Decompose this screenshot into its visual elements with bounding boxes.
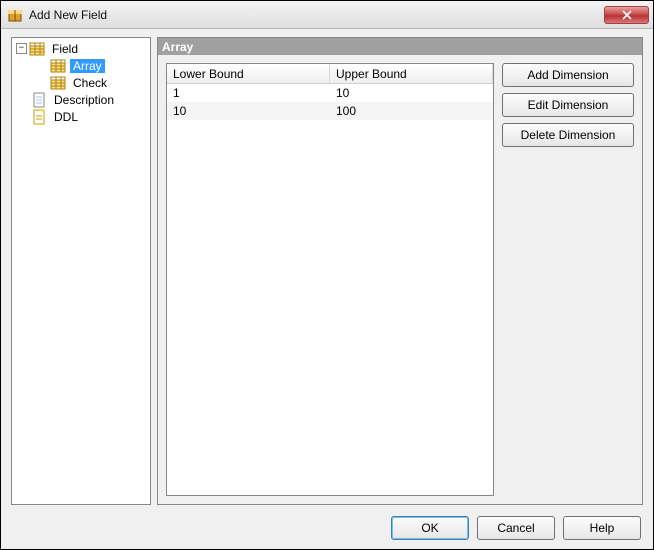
cancel-button[interactable]: Cancel — [477, 516, 555, 540]
ok-button[interactable]: OK — [391, 516, 469, 540]
tree-item-label: Check — [70, 76, 110, 90]
tree: − Field — [12, 38, 150, 127]
tree-item-check[interactable]: Check — [14, 74, 148, 91]
window-title: Add New Field — [29, 8, 604, 22]
document-icon — [31, 92, 47, 108]
edit-dimension-button[interactable]: Edit Dimension — [502, 93, 634, 117]
pane-body: Lower Bound Upper Bound 1 10 10 100 — [158, 55, 642, 504]
tree-item-label: Field — [49, 42, 81, 56]
table-row[interactable]: 10 100 — [167, 102, 493, 120]
col-lower-bound[interactable]: Lower Bound — [167, 64, 330, 83]
help-button[interactable]: Help — [563, 516, 641, 540]
grid-icon — [50, 58, 66, 74]
close-button[interactable] — [604, 6, 649, 24]
ddl-icon — [31, 109, 47, 125]
tree-item-field[interactable]: − Field — [14, 40, 148, 57]
cell-upper: 10 — [330, 86, 493, 100]
tree-item-description[interactable]: Description — [14, 91, 148, 108]
cell-lower: 1 — [167, 86, 330, 100]
cell-upper: 100 — [330, 104, 493, 118]
table-row[interactable]: 1 10 — [167, 84, 493, 102]
tree-item-label: Description — [51, 93, 117, 107]
cell-lower: 10 — [167, 104, 330, 118]
close-icon — [622, 10, 632, 20]
tree-item-label: Array — [70, 59, 105, 73]
tree-panel: − Field — [11, 37, 151, 505]
grid-icon — [50, 75, 66, 91]
dialog-window: Add New Field − — [0, 0, 654, 550]
pane-header: Array — [158, 38, 642, 55]
button-column: Add Dimension Edit Dimension Delete Dime… — [502, 63, 634, 496]
col-upper-bound[interactable]: Upper Bound — [330, 64, 493, 83]
footer-bar: OK Cancel Help — [1, 507, 653, 549]
content-row: − Field — [11, 37, 643, 505]
tree-item-array[interactable]: Array — [14, 57, 148, 74]
table-header: Lower Bound Upper Bound — [167, 64, 493, 84]
table-body: 1 10 10 100 — [167, 84, 493, 495]
app-icon — [7, 7, 23, 23]
titlebar: Add New Field — [1, 1, 653, 29]
grid-icon — [29, 41, 45, 57]
add-dimension-button[interactable]: Add Dimension — [502, 63, 634, 87]
tree-item-label: DDL — [51, 110, 81, 124]
delete-dimension-button[interactable]: Delete Dimension — [502, 123, 634, 147]
client-area: − Field — [1, 29, 653, 549]
right-pane: Array Lower Bound Upper Bound 1 10 — [157, 37, 643, 505]
collapse-icon[interactable]: − — [16, 43, 27, 54]
dimensions-table[interactable]: Lower Bound Upper Bound 1 10 10 100 — [166, 63, 494, 496]
tree-item-ddl[interactable]: DDL — [14, 108, 148, 125]
